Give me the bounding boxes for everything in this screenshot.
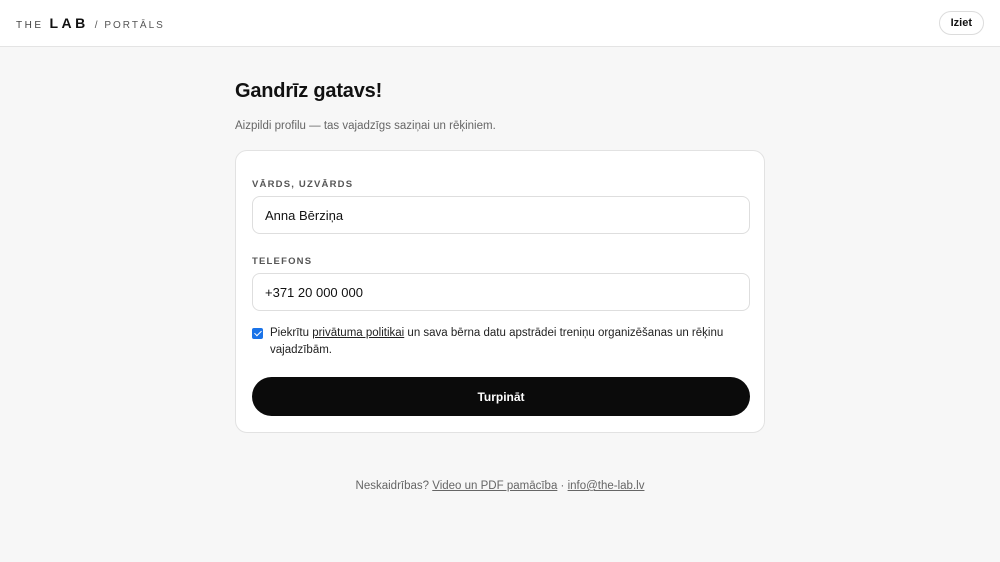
page-title: Gandrīz gatavs! [235,80,383,102]
name-label: VĀRDS, UZVĀRDS [252,179,354,190]
brand-logo[interactable]: THE LAB / PORTĀLS [16,15,165,31]
footer: Neskaidrības? Video un PDF pamācība · in… [0,480,1000,492]
footer-separator: · [557,480,568,492]
name-value: Anna Bērziņa [265,207,344,223]
consent-checkbox[interactable] [252,328,263,339]
name-field[interactable]: Anna Bērziņa [252,196,750,234]
consent-text: Piekrītu privātuma politikai un sava bēr… [270,325,748,359]
consent-prefix: Piekrītu [270,327,313,339]
footer-prefix: Neskaidrības? [355,480,433,492]
brand-portal: / PORTĀLS [94,20,165,31]
logout-button[interactable]: Iziet [938,11,984,35]
continue-button[interactable]: Turpināt [252,377,750,416]
phone-field[interactable]: +371 20 000 000 [252,273,750,311]
help-link[interactable]: Video un PDF pamācība [432,480,557,492]
top-bar: THE LAB / PORTĀLS Iziet [0,0,1000,47]
phone-label: TELEFONS [252,256,313,267]
page-subtitle: Aizpildi profilu — tas vajadzīgs saziņai… [235,120,496,132]
profile-form-card: VĀRDS, UZVĀRDS Anna Bērziņa TELEFONS +37… [235,150,765,433]
main-content: Gandrīz gatavs! Aizpildi profilu — tas v… [235,80,765,433]
privacy-policy-link[interactable]: privātuma politikai [312,327,404,339]
phone-value: +371 20 000 000 [265,284,363,300]
brand-lab: LAB [49,15,89,31]
email-link[interactable]: info@the-lab.lv [568,480,645,492]
brand-the: THE [16,20,44,31]
consent-row: Piekrītu privātuma politikai un sava bēr… [252,325,748,359]
